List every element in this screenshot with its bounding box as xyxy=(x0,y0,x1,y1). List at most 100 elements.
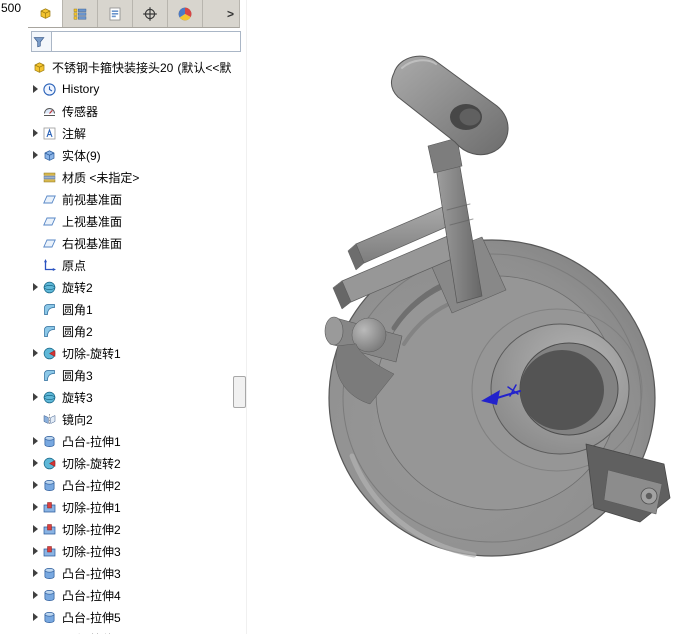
filter-funnel-button[interactable] xyxy=(31,31,51,52)
tree-item-label: 旋转2 xyxy=(62,279,93,296)
expand-arrow-icon[interactable] xyxy=(33,393,38,401)
origin-icon xyxy=(42,258,57,273)
part-icon xyxy=(37,6,53,22)
tree-root-item[interactable]: 不锈钢卡箍快装接头20 (默认<<默 xyxy=(28,56,247,78)
solid-bodies-icon xyxy=(42,148,57,163)
tree-item-label: 圆角1 xyxy=(62,301,93,318)
expand-arrow-icon[interactable] xyxy=(33,349,38,357)
boss-extrude-icon xyxy=(42,434,57,449)
part-config-suffix: (默认<<默 xyxy=(177,59,231,76)
expand-arrow-icon[interactable] xyxy=(33,547,38,555)
tree-item-boss-extrude4[interactable]: 凸台-拉伸4 xyxy=(28,584,247,606)
tree-item-history[interactable]: History xyxy=(28,78,247,100)
tree-item-label: 切除-拉伸1 xyxy=(62,499,121,516)
clamp-coupling-model[interactable] xyxy=(325,56,670,556)
tree-item-boss-extrude6[interactable]: 凸台-拉伸6 xyxy=(28,628,247,634)
boss-extrude-icon xyxy=(42,588,57,603)
fillet-icon xyxy=(42,368,57,383)
tree-item-fillet3[interactable]: 圆角3 xyxy=(28,364,247,386)
tree-item-label: 镜向2 xyxy=(62,411,93,428)
tab-displaymanager[interactable] xyxy=(168,0,203,27)
tab-propertymanager[interactable] xyxy=(63,0,98,27)
tree-item-label: History xyxy=(62,82,99,96)
tree-item-revolve3[interactable]: 旋转3 xyxy=(28,386,247,408)
expand-arrow-icon[interactable] xyxy=(33,85,38,93)
tab-configurationmanager[interactable] xyxy=(98,0,133,27)
part-name: 不锈钢卡箍快装接头20 xyxy=(52,59,173,76)
tree-item-top-plane[interactable]: 上视基准面 xyxy=(28,210,247,232)
revolve-icon xyxy=(42,280,57,295)
boss-extrude-icon xyxy=(42,610,57,625)
tree-item-label: 原点 xyxy=(62,257,86,274)
display-sphere-icon xyxy=(177,6,193,22)
expand-arrow-icon[interactable] xyxy=(33,613,38,621)
tree-item-revolve2[interactable]: 旋转2 xyxy=(28,276,247,298)
tree-item-cut-revolve2[interactable]: 切除-旋转2 xyxy=(28,452,247,474)
expand-arrow-icon[interactable] xyxy=(33,459,38,467)
tree-item-solid-bodies[interactable]: 实体(9) xyxy=(28,144,247,166)
tree-item-label: 旋转3 xyxy=(62,389,93,406)
tree-item-fillet1[interactable]: 圆角1 xyxy=(28,298,247,320)
expand-arrow-icon[interactable] xyxy=(33,437,38,445)
tree-item-label: 凸台-拉伸5 xyxy=(62,609,121,626)
tab-overflow-button[interactable]: > xyxy=(223,0,238,27)
tree-item-label: 传感器 xyxy=(62,103,98,120)
expand-arrow-icon[interactable] xyxy=(33,481,38,489)
property-list-icon xyxy=(72,6,88,22)
history-icon xyxy=(42,82,57,97)
tree-item-cut-extrude2[interactable]: 切除-拉伸2 xyxy=(28,518,247,540)
tree-item-label: 切除-旋转1 xyxy=(62,345,121,362)
plane-icon xyxy=(42,214,57,229)
tree-item-boss-extrude5[interactable]: 凸台-拉伸5 xyxy=(28,606,247,628)
tab-featuremanager[interactable] xyxy=(28,0,63,27)
feature-tree: 不锈钢卡箍快装接头20 (默认<<默 History 传感器注解实体(9) 材质 <… xyxy=(28,56,247,634)
tree-item-cut-extrude1[interactable]: 切除-拉伸1 xyxy=(28,496,247,518)
tree-item-mirror2[interactable]: 镜向2 xyxy=(28,408,247,430)
filter-input-box xyxy=(51,31,241,52)
tree-item-label: 凸台-拉伸3 xyxy=(62,565,121,582)
tree-item-annotations[interactable]: 注解 xyxy=(28,122,247,144)
panel-tab-bar: > xyxy=(28,0,240,28)
tree-item-label: 凸台-拉伸6 xyxy=(62,631,121,634)
expand-arrow-icon[interactable] xyxy=(33,503,38,511)
tree-item-material[interactable]: 材质 <未指定> xyxy=(28,166,247,188)
fillet-icon xyxy=(42,324,57,339)
boss-extrude-icon xyxy=(42,478,57,493)
tree-item-label: 凸台-拉伸2 xyxy=(62,477,121,494)
fillet-icon xyxy=(42,302,57,317)
tree-item-cut-extrude3[interactable]: 切除-拉伸3 xyxy=(28,540,247,562)
expand-arrow-icon[interactable] xyxy=(33,151,38,159)
tree-item-right-plane[interactable]: 右视基准面 xyxy=(28,232,247,254)
tree-item-label: 前视基准面 xyxy=(62,191,122,208)
expand-arrow-icon[interactable] xyxy=(33,591,38,599)
tree-item-front-plane[interactable]: 前视基准面 xyxy=(28,188,247,210)
tree-item-label: 切除-拉伸2 xyxy=(62,521,121,538)
annotations-icon xyxy=(42,126,57,141)
tree-item-label: 注解 xyxy=(62,125,86,142)
tree-item-boss-extrude2[interactable]: 凸台-拉伸2 xyxy=(28,474,247,496)
tree-item-label: 切除-旋转2 xyxy=(62,455,121,472)
filter-funnel-icon xyxy=(32,34,47,49)
tree-item-sensors[interactable]: 传感器 xyxy=(28,100,247,122)
expand-arrow-icon[interactable] xyxy=(33,569,38,577)
cut-extrude-icon xyxy=(42,522,57,537)
plane-icon xyxy=(42,236,57,251)
material-icon xyxy=(42,170,57,185)
tree-item-fillet2[interactable]: 圆角2 xyxy=(28,320,247,342)
tab-dimxpertmanager[interactable] xyxy=(133,0,168,27)
expand-arrow-icon[interactable] xyxy=(33,525,38,533)
expand-arrow-icon[interactable] xyxy=(33,129,38,137)
tree-item-boss-extrude1[interactable]: 凸台-拉伸1 xyxy=(28,430,247,452)
tree-item-cut-revolve1[interactable]: 切除-旋转1 xyxy=(28,342,247,364)
panel-splitter-handle[interactable] xyxy=(233,376,246,408)
filter-input[interactable] xyxy=(52,32,240,51)
tree-item-origin[interactable]: 原点 xyxy=(28,254,247,276)
sensors-icon xyxy=(42,104,57,119)
expand-arrow-icon[interactable] xyxy=(33,283,38,291)
clipped-toolbar-value: 500 xyxy=(1,1,21,15)
cut-revolve-icon xyxy=(42,456,57,471)
tree-item-label: 实体(9) xyxy=(62,147,101,164)
tree-item-label: 圆角2 xyxy=(62,323,93,340)
tree-item-boss-extrude3[interactable]: 凸台-拉伸3 xyxy=(28,562,247,584)
dimxpert-target-icon xyxy=(142,6,158,22)
